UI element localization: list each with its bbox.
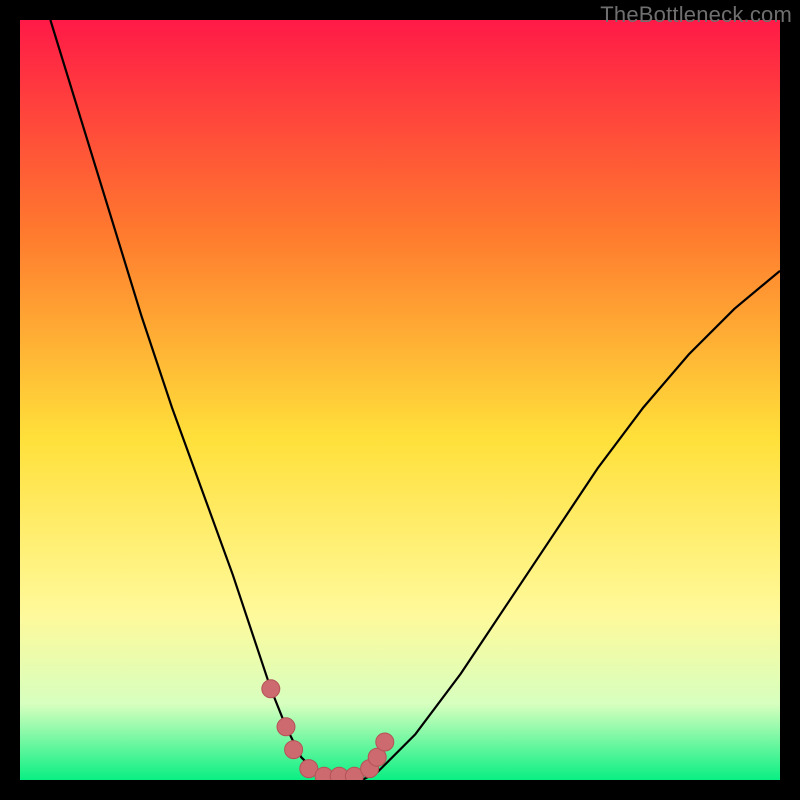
curve-marker <box>277 718 295 736</box>
chart-svg <box>20 20 780 780</box>
curve-marker <box>262 680 280 698</box>
curve-marker <box>285 741 303 759</box>
gradient-background <box>20 20 780 780</box>
watermark-text: TheBottleneck.com <box>600 2 792 28</box>
curve-marker <box>376 733 394 751</box>
chart-frame <box>20 20 780 780</box>
